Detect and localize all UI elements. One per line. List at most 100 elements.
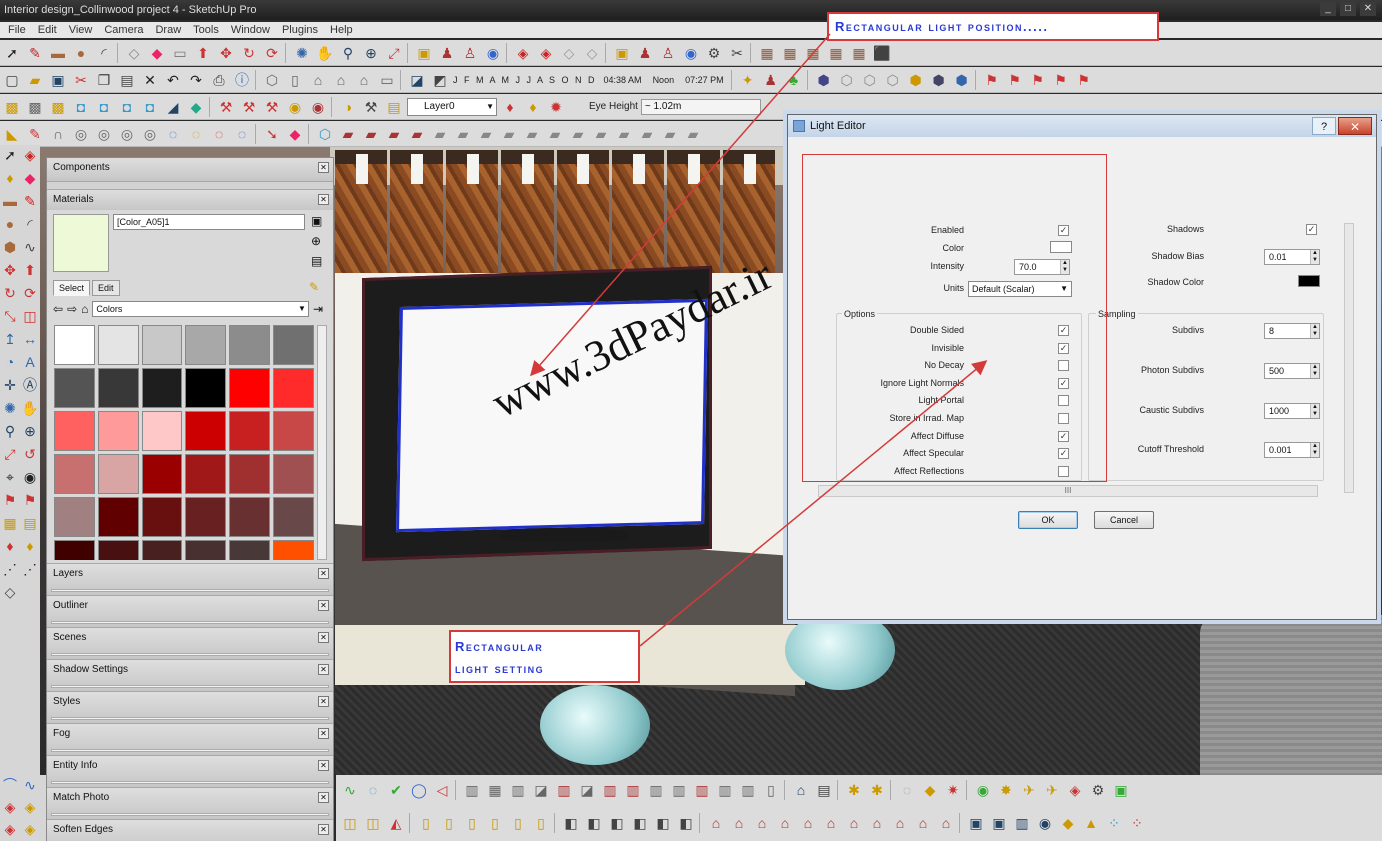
vray-render-icon[interactable]: ⚒ — [216, 97, 236, 117]
dialog-title-bar[interactable]: Light Editor ? ✕ — [788, 115, 1376, 137]
extrude6-icon[interactable]: ◧ — [676, 813, 696, 833]
roof11-icon[interactable]: ⌂ — [936, 813, 956, 833]
close-icon[interactable]: ✕ — [318, 792, 329, 803]
forward-arrow-icon[interactable]: ⇨ — [67, 302, 77, 316]
tab-select[interactable]: Select — [53, 280, 91, 296]
close-icon[interactable]: ✕ — [318, 162, 329, 173]
close-icon[interactable]: ✕ — [318, 696, 329, 707]
material-swatch[interactable] — [229, 325, 271, 365]
panel-icon[interactable]: ▥ — [623, 780, 643, 800]
make-component-icon[interactable]: ◈ — [20, 145, 40, 165]
photo-texture-icon[interactable]: ▦ — [757, 43, 777, 63]
look-around-icon[interactable]: ◉ — [20, 467, 40, 487]
freehand-icon[interactable]: ∿ — [20, 237, 40, 257]
warehouse-icon[interactable]: ▣ — [612, 43, 632, 63]
hidden-line-icon[interactable]: ⬡ — [883, 70, 903, 90]
dome-light-icon[interactable]: ◌ — [897, 780, 917, 800]
tray-panel-entity-info[interactable]: Entity Info ✕ — [47, 756, 333, 788]
panel-tool-icon[interactable]: ▰ — [614, 124, 634, 144]
rectangle-icon[interactable]: ▬ — [0, 191, 20, 211]
axes-icon[interactable]: ✛ — [0, 375, 20, 395]
wireframe-icon[interactable]: ⬡ — [860, 70, 880, 90]
curve-icon[interactable]: ∩ — [48, 124, 68, 144]
rafter-tool-icon[interactable]: ▰ — [683, 124, 703, 144]
component-icon[interactable]: ▩ — [2, 97, 22, 117]
material-swatch[interactable] — [141, 497, 183, 537]
extra-tool-icon[interactable]: ◈ — [0, 819, 20, 839]
zoom-icon[interactable]: ⚲ — [338, 43, 358, 63]
material-swatch[interactable] — [185, 368, 227, 408]
shaded-textures-icon[interactable]: ⬢ — [929, 70, 949, 90]
spot-light-icon[interactable]: ✈ — [1019, 780, 1039, 800]
new-file-icon[interactable]: ▢ — [2, 70, 22, 90]
position-camera-icon[interactable]: ⌖ — [0, 467, 20, 487]
close-icon[interactable]: ✕ — [318, 760, 329, 771]
tape-measure-icon[interactable]: ▭ — [170, 43, 190, 63]
wall-panel-icon[interactable]: ▯ — [416, 813, 436, 833]
split-icon[interactable]: ◢ — [163, 97, 183, 117]
intersect-icon[interactable]: ◘ — [117, 97, 137, 117]
door-icon[interactable]: ▥ — [554, 780, 574, 800]
spinner-icon[interactable]: ▲ ▼ — [1310, 324, 1319, 338]
material-swatch[interactable] — [185, 411, 227, 451]
shadow-settings-icon[interactable]: ◪ — [407, 70, 427, 90]
menu-view[interactable]: View — [69, 22, 93, 38]
display-shadows-icon[interactable]: ◩ — [430, 70, 450, 90]
frame-icon[interactable]: ▥ — [600, 780, 620, 800]
tray-panel-fog[interactable]: Fog ✕ — [47, 724, 333, 756]
model-info-icon[interactable]: ⓘ — [232, 70, 252, 90]
push-pull-icon[interactable]: ⬆ — [20, 260, 40, 280]
menu-edit[interactable]: Edit — [38, 22, 57, 38]
camera-tool-icon[interactable]: ◉ — [1035, 813, 1055, 833]
subtract-icon[interactable]: ◘ — [94, 97, 114, 117]
cut-icon[interactable]: ✂ — [71, 70, 91, 90]
palette-icon[interactable]: ⁘ — [1104, 813, 1124, 833]
add-material-icon[interactable]: ⊕ — [311, 234, 321, 248]
polygon-icon[interactable]: ⬢ — [0, 237, 20, 257]
palette2-icon[interactable]: ⁘ — [1127, 813, 1147, 833]
extrude4-icon[interactable]: ◧ — [630, 813, 650, 833]
tray-panel-shadow-settings[interactable]: Shadow Settings ✕ — [47, 660, 333, 692]
walk-icon[interactable]: ⚑ — [1051, 70, 1071, 90]
paste-icon[interactable]: ▤ — [117, 70, 137, 90]
eraser-tool-icon[interactable]: ◆ — [285, 124, 305, 144]
catmull-icon[interactable]: ◌ — [209, 124, 229, 144]
section-plane-icon[interactable]: ⚑ — [20, 490, 40, 510]
back-edges-icon[interactable]: ⬡ — [837, 70, 857, 90]
layer-dropdown[interactable]: Layer0 ▼ — [407, 97, 497, 116]
tray-panel-styles[interactable]: Styles ✕ — [47, 692, 333, 724]
curve-tool-icon[interactable]: ⌒ — [0, 775, 20, 795]
roof4-icon[interactable]: ⌂ — [775, 813, 795, 833]
mesh-light-icon[interactable]: ◆ — [920, 780, 940, 800]
warning-icon[interactable]: ▲ — [1081, 813, 1101, 833]
extension-icon[interactable]: ♟ — [635, 43, 655, 63]
vray-sphere-icon[interactable]: ✹ — [546, 97, 566, 117]
section-cut-icon[interactable]: ⚑ — [1005, 70, 1025, 90]
wall-panel3-icon[interactable]: ▯ — [462, 813, 482, 833]
material-library-dropdown[interactable]: Colors ▼ — [92, 301, 309, 317]
maximize-button[interactable]: □ — [1340, 2, 1356, 16]
close-icon[interactable]: ✕ — [318, 632, 329, 643]
zoom-icon[interactable]: ⚲ — [0, 421, 20, 441]
wall-panel5-icon[interactable]: ▯ — [508, 813, 528, 833]
bezier-icon[interactable]: ◌ — [163, 124, 183, 144]
tray-panel-match-photo[interactable]: Match Photo ✕ — [47, 788, 333, 820]
rotate-icon[interactable]: ↻ — [239, 43, 259, 63]
roof2-icon[interactable]: ⌂ — [729, 813, 749, 833]
spinner-icon[interactable]: ▲ ▼ — [1310, 443, 1319, 457]
share-component-icon[interactable]: ♙ — [460, 43, 480, 63]
wrench-icon[interactable]: ✔ — [386, 780, 406, 800]
circle-icon[interactable]: ● — [71, 43, 91, 63]
follow-me-icon[interactable]: ⟳ — [262, 43, 282, 63]
eraser-icon[interactable]: ◆ — [20, 168, 40, 188]
grid-tool-icon[interactable]: ▦ — [485, 780, 505, 800]
truss-tool-icon[interactable]: ▰ — [591, 124, 611, 144]
minimize-button[interactable]: _ — [1320, 2, 1336, 16]
render-region-icon[interactable]: ◈ — [1065, 780, 1085, 800]
undo-icon[interactable]: ↶ — [163, 70, 183, 90]
fence-icon[interactable]: ▥ — [669, 780, 689, 800]
components-panel[interactable]: Components ✕ — [47, 158, 333, 182]
upload-icon[interactable]: ♙ — [658, 43, 678, 63]
vray-material-icon[interactable]: ◉ — [285, 97, 305, 117]
ramp-icon[interactable]: ◪ — [531, 780, 551, 800]
